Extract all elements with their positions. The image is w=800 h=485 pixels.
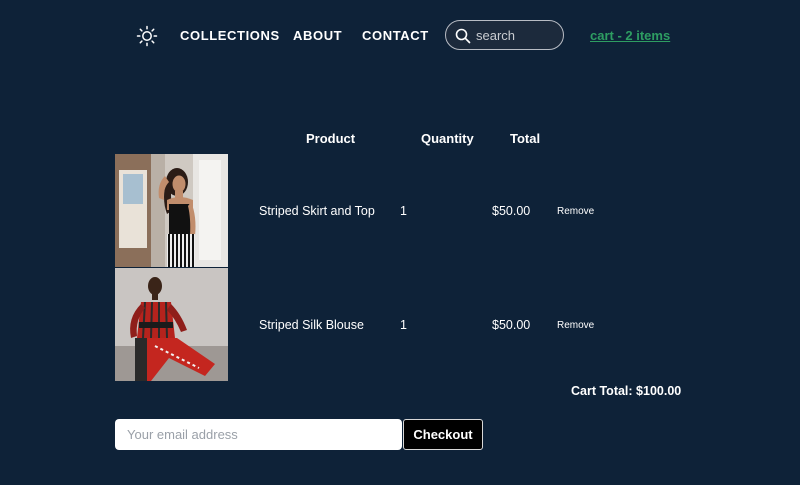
product-image-striped-skirt-and-top (115, 154, 228, 267)
product-name: Striped Skirt and Top (259, 204, 375, 218)
cart-total: Cart Total: $100.00 (571, 384, 682, 398)
column-header-product: Product (306, 131, 356, 146)
column-header-total: Total (510, 131, 541, 146)
cart-link[interactable]: cart - 2 items (590, 28, 670, 43)
search-box[interactable] (445, 20, 564, 50)
product-quantity: 1 (400, 204, 407, 218)
cart-row: Striped Skirt and Top 1 $50.00 Remove (0, 154, 800, 267)
nav-link-contact[interactable]: CONTACT (362, 28, 429, 43)
remove-button[interactable]: Remove (557, 320, 594, 331)
product-quantity: 1 (400, 318, 407, 332)
search-input[interactable] (476, 26, 558, 44)
top-nav: COLLECTIONS ABOUT CONTACT cart - 2 items (0, 20, 800, 52)
nav-link-collections[interactable]: COLLECTIONS (180, 28, 280, 43)
product-name: Striped Silk Blouse (259, 318, 364, 332)
column-header-quantity: Quantity (421, 131, 474, 146)
cart-row: Striped Silk Blouse 1 $50.00 Remove (0, 268, 800, 381)
checkout-button[interactable]: Checkout (403, 419, 483, 450)
remove-button[interactable]: Remove (557, 206, 594, 217)
nav-link-about[interactable]: ABOUT (293, 28, 342, 43)
product-total: $50.00 (492, 204, 531, 218)
email-field[interactable] (115, 419, 402, 450)
product-total: $50.00 (492, 318, 531, 332)
search-icon (455, 28, 471, 44)
product-image-striped-silk-blouse (115, 268, 228, 381)
sun-icon[interactable] (136, 25, 158, 47)
